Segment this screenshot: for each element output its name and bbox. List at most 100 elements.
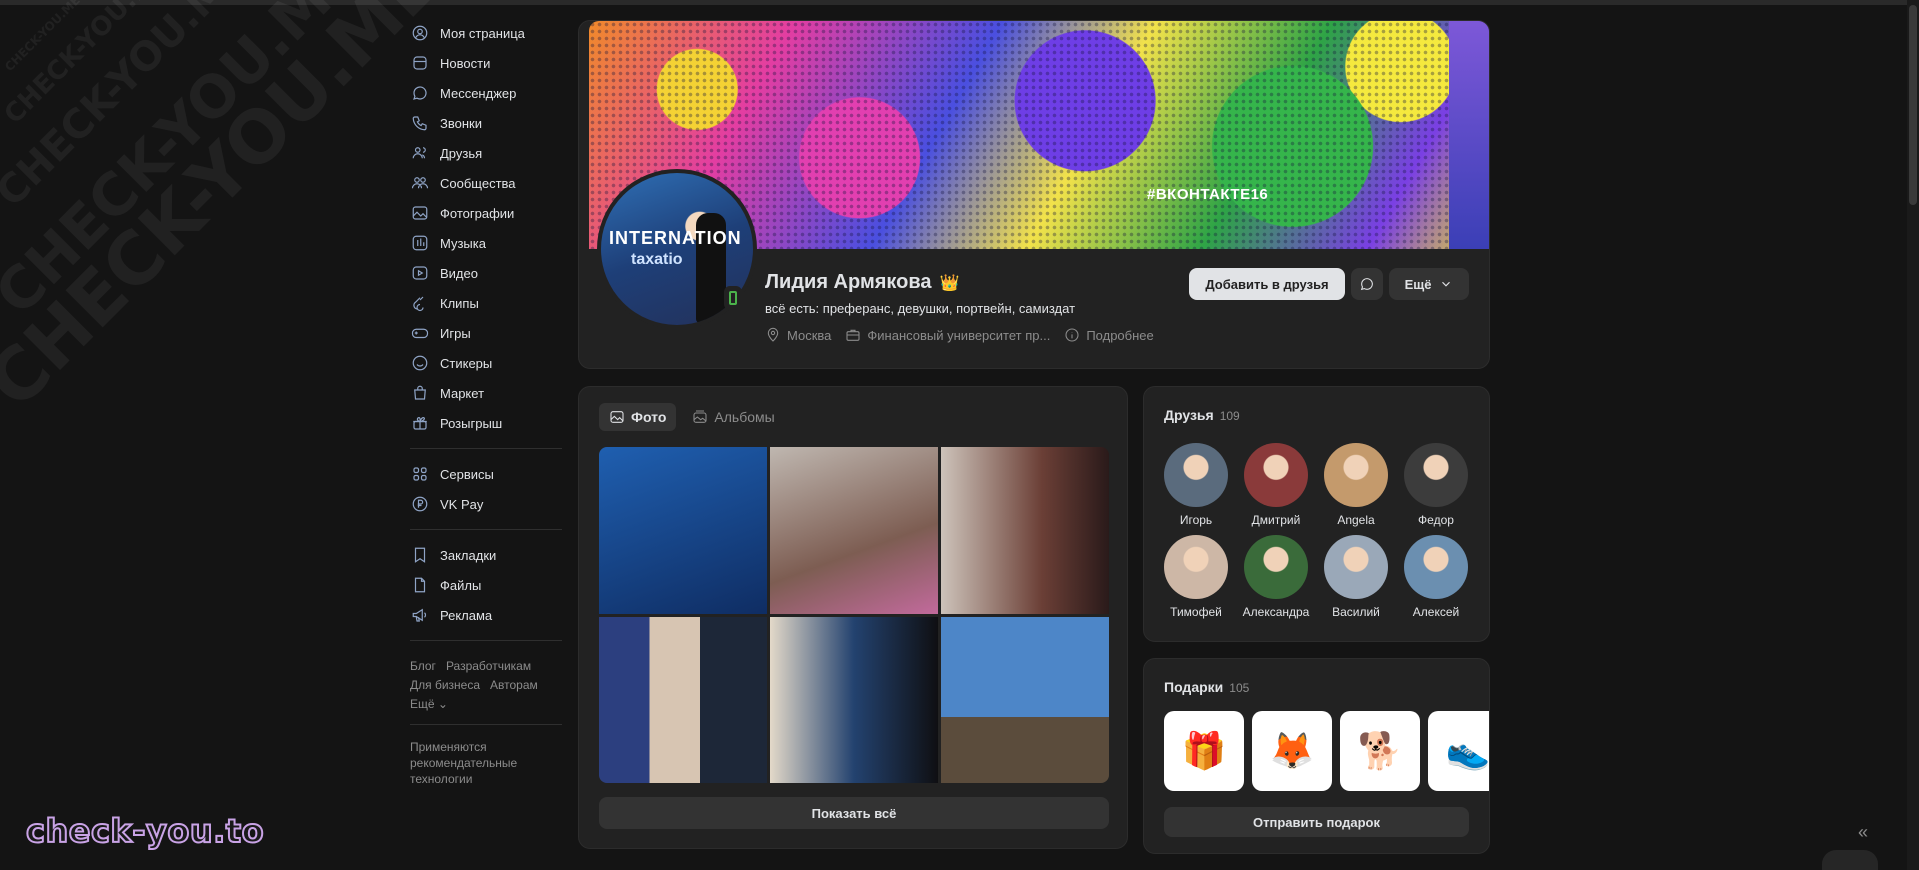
user-circle-icon xyxy=(410,23,430,43)
tab-albums[interactable]: Альбомы xyxy=(682,403,784,431)
friend-name[interactable]: Александра xyxy=(1243,605,1310,619)
scrollbar[interactable] xyxy=(1907,0,1919,870)
sidebar-item-video[interactable]: Видео xyxy=(410,258,570,288)
sidebar-item-label: Стикеры xyxy=(440,355,493,371)
chat-icon xyxy=(410,83,430,103)
gift-icon xyxy=(410,413,430,433)
tab-photos[interactable]: Фото xyxy=(599,403,677,431)
clips-icon xyxy=(410,293,430,313)
recommendation-note[interactable]: Применяются рекомендательные технологии xyxy=(410,739,540,787)
gift-item[interactable]: 🎁 xyxy=(1164,711,1244,791)
sidebar-item-label: Видео xyxy=(440,265,478,281)
news-icon xyxy=(410,53,430,73)
friend-item[interactable]: Александра xyxy=(1236,535,1316,619)
gift-item[interactable]: 🦊 xyxy=(1252,711,1332,791)
sidebar-item-clips[interactable]: Клипы xyxy=(410,288,570,318)
sidebar-item-chat[interactable]: Мессенджер xyxy=(410,78,570,108)
photo-thumbnail[interactable] xyxy=(599,617,767,783)
sidebar-item-label: Розыгрыш xyxy=(440,415,503,431)
gift-item[interactable]: 🐕 xyxy=(1340,711,1420,791)
chat-fab[interactable] xyxy=(1822,850,1878,870)
message-button[interactable] xyxy=(1351,268,1383,300)
sidebar-item-grid[interactable]: Сервисы xyxy=(410,459,570,489)
sidebar-item-ruble[interactable]: VK Pay xyxy=(410,489,570,519)
profile-details[interactable]: Подробнее xyxy=(1064,327,1154,343)
photo-grid xyxy=(599,447,1109,783)
sidebar-item-users[interactable]: Друзья xyxy=(410,138,570,168)
sidebar-item-community[interactable]: Сообщества xyxy=(410,168,570,198)
sidebar-item-gamepad[interactable]: Игры xyxy=(410,318,570,348)
sidebar-item-music[interactable]: Музыка xyxy=(410,228,570,258)
sidebar-item-gift[interactable]: Розыгрыш xyxy=(410,408,570,438)
profile-university[interactable]: Финансовый университет пр... xyxy=(845,327,1050,343)
sidebar-item-bag[interactable]: Маркет xyxy=(410,378,570,408)
crown-icon[interactable]: 👑 xyxy=(940,273,960,293)
friend-avatar[interactable] xyxy=(1164,535,1228,599)
friend-item[interactable]: Дмитрий xyxy=(1236,443,1316,527)
sidebar-item-file[interactable]: Файлы xyxy=(410,570,570,600)
sidebar-divider xyxy=(410,529,562,530)
footer-link-more[interactable]: Ещё ⌄ xyxy=(410,697,448,711)
sidebar-item-label: Друзья xyxy=(440,145,483,161)
footer-link-developers[interactable]: Разработчикам xyxy=(446,659,531,673)
photo-thumbnail[interactable] xyxy=(770,447,938,614)
phone-icon xyxy=(410,113,430,133)
sidebar-item-phone[interactable]: Звонки xyxy=(410,108,570,138)
friend-item[interactable]: Алексей xyxy=(1396,535,1476,619)
profile-card: #ВКОНТАКТЕ16 INTERNATION taxatio Лидия А… xyxy=(578,20,1490,369)
sidebar-item-news[interactable]: Новости xyxy=(410,48,570,78)
photo-thumbnail[interactable] xyxy=(599,447,767,614)
friend-avatar[interactable] xyxy=(1244,535,1308,599)
friend-item[interactable]: Игорь xyxy=(1156,443,1236,527)
profile-city[interactable]: Москва xyxy=(765,327,831,343)
friend-item[interactable]: Angela xyxy=(1316,443,1396,527)
sidebar-item-photo[interactable]: Фотографии xyxy=(410,198,570,228)
friend-avatar[interactable] xyxy=(1404,443,1468,507)
briefcase-icon xyxy=(846,329,860,341)
friend-avatar[interactable] xyxy=(1324,443,1388,507)
left-sidebar: Моя страница Новости Мессенджер Звонки Друзь… xyxy=(410,18,570,787)
friend-name[interactable]: Тимофей xyxy=(1170,605,1222,619)
friend-name[interactable]: Василий xyxy=(1332,605,1380,619)
friend-name[interactable]: Дмитрий xyxy=(1252,513,1301,527)
friend-name[interactable]: Алексей xyxy=(1413,605,1459,619)
sidebar-divider xyxy=(410,640,562,641)
friend-avatar[interactable] xyxy=(1324,535,1388,599)
friend-avatar[interactable] xyxy=(1164,443,1228,507)
sidebar-divider xyxy=(410,724,562,725)
gifts-title[interactable]: Подарки 105 xyxy=(1164,679,1249,695)
friend-name[interactable]: Angela xyxy=(1337,513,1374,527)
send-gift-button[interactable]: Отправить подарок xyxy=(1164,807,1469,837)
footer-link-business[interactable]: Для бизнеса xyxy=(410,678,480,692)
more-button[interactable]: Ещё xyxy=(1389,268,1469,300)
sidebar-item-bookmark[interactable]: Закладки xyxy=(410,540,570,570)
music-icon xyxy=(410,233,430,253)
add-friend-button[interactable]: Добавить в друзья xyxy=(1189,268,1345,300)
friend-avatar[interactable] xyxy=(1244,443,1308,507)
friend-name[interactable]: Игорь xyxy=(1180,513,1212,527)
photo-thumbnail[interactable] xyxy=(941,617,1109,783)
footer-link-authors[interactable]: Авторам xyxy=(490,678,538,692)
scrollbar-thumb[interactable] xyxy=(1909,5,1917,205)
collapse-sidebar-icon[interactable]: « xyxy=(1858,822,1868,843)
sidebar-item-megaphone[interactable]: Реклама xyxy=(410,600,570,630)
friend-name[interactable]: Федор xyxy=(1418,513,1454,527)
friend-item[interactable]: Василий xyxy=(1316,535,1396,619)
friends-title[interactable]: Друзья 109 xyxy=(1164,407,1240,423)
sidebar-item-smile[interactable]: Стикеры xyxy=(410,348,570,378)
friend-avatar[interactable] xyxy=(1404,535,1468,599)
video-icon xyxy=(410,263,430,283)
profile-meta: Москва Финансовый университет пр... Подр… xyxy=(765,327,1168,343)
gift-item[interactable]: 👟 xyxy=(1428,711,1489,791)
sidebar-item-user-circle[interactable]: Моя страница xyxy=(410,18,570,48)
footer-link-blog[interactable]: Блог xyxy=(410,659,436,673)
friend-item[interactable]: Федор xyxy=(1396,443,1476,527)
gifts-count: 105 xyxy=(1229,681,1250,695)
photo-thumbnail[interactable] xyxy=(770,617,938,783)
sidebar-item-label: Реклама xyxy=(440,607,493,623)
sidebar-item-label: Мессенджер xyxy=(440,85,517,101)
sidebar-item-label: Моя страница xyxy=(440,25,525,41)
friend-item[interactable]: Тимофей xyxy=(1156,535,1236,619)
show-all-photos-button[interactable]: Показать всё xyxy=(599,797,1109,829)
photo-thumbnail[interactable] xyxy=(941,447,1109,614)
